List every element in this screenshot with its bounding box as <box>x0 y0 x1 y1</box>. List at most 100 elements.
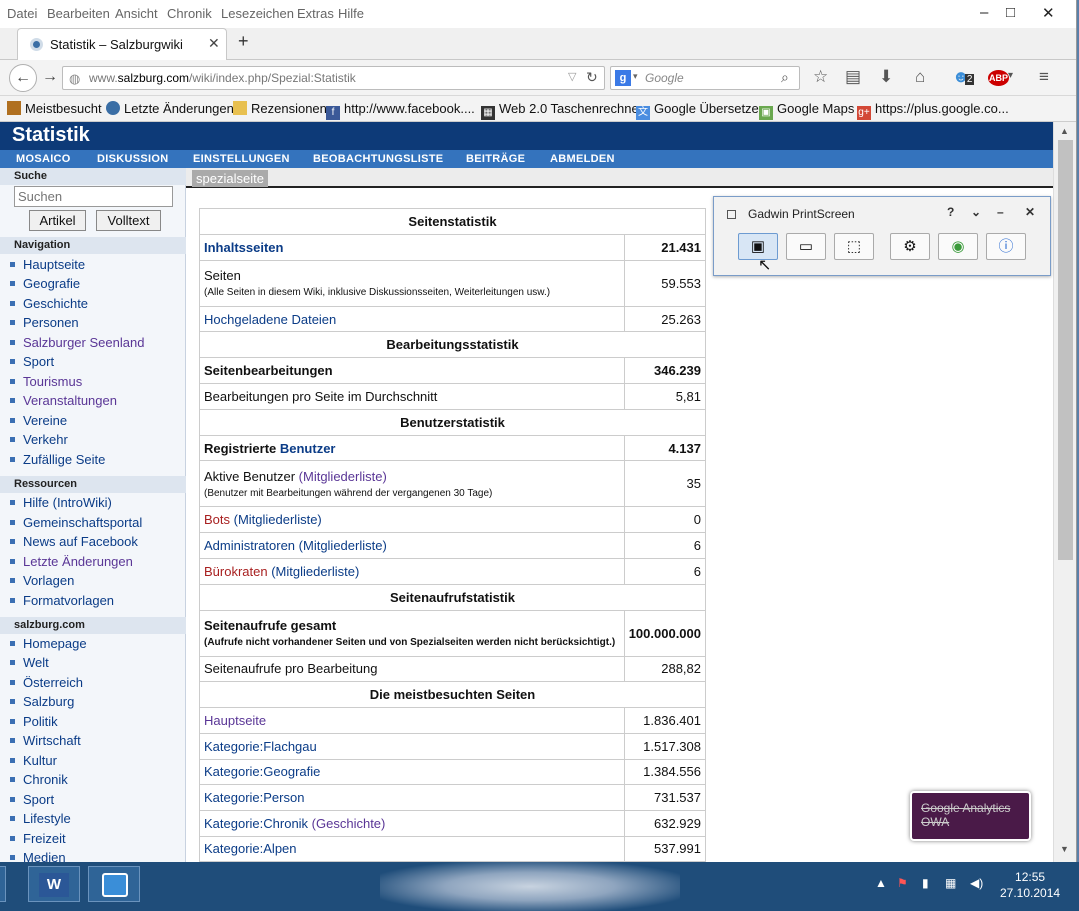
maximize-button[interactable]: □ <box>1006 4 1015 21</box>
gadwin-minimize-icon[interactable]: – <box>997 205 1004 219</box>
sidebar-item-news-facebook[interactable]: News auf Facebook <box>10 534 138 549</box>
menu-datei[interactable]: Datei <box>7 6 37 21</box>
taskbar-app-icon[interactable] <box>88 866 140 902</box>
search-bar[interactable]: g ▾ Google ⌕ <box>610 66 800 90</box>
download-icon[interactable]: ⬇ <box>879 67 893 87</box>
tab-close-icon[interactable]: ✕ <box>208 35 220 52</box>
google-analytics-popup[interactable]: Google Analytics OWA <box>910 791 1031 841</box>
sidebar-item-lifestyle[interactable]: Lifestyle <box>10 811 71 826</box>
sidebar-item-seenland[interactable]: Salzburger Seenland <box>10 335 144 350</box>
sidebar-item-oesterreich[interactable]: Österreich <box>10 675 83 690</box>
nav-einstellungen[interactable]: EINSTELLUNGEN <box>193 153 290 165</box>
bots-list-link[interactable]: (Mitgliederliste) <box>230 512 322 527</box>
top-page-link[interactable]: Kategorie:Alpen <box>204 841 297 856</box>
sidebar-item-welt[interactable]: Welt <box>10 655 49 670</box>
bookmark-star-icon[interactable]: ☆ <box>813 67 828 87</box>
sidebar-item-zufaellige-seite[interactable]: Zufällige Seite <box>10 452 105 467</box>
top-page-extra-link[interactable]: (Geschichte) <box>308 816 386 831</box>
search-icon[interactable]: ⌕ <box>781 69 789 86</box>
info-icon[interactable]: ⓘ <box>986 233 1026 260</box>
bureaucrats-list-link[interactable]: (Mitgliederliste) <box>268 564 359 579</box>
sidebar-item-politik[interactable]: Politik <box>10 714 58 729</box>
sidebar-item-veranstaltungen[interactable]: Veranstaltungen <box>10 393 117 408</box>
admins-list-link[interactable]: (Mitgliederliste) <box>295 538 387 553</box>
tray-volume-icon[interactable]: ◀) <box>970 876 983 890</box>
tray-network-icon[interactable]: ▦ <box>945 876 956 890</box>
adblock-dropdown-icon[interactable]: ▾ <box>1008 70 1013 81</box>
sidebar-item-kultur[interactable]: Kultur <box>10 753 57 768</box>
scroll-thumb[interactable] <box>1058 140 1073 560</box>
content-pages-label[interactable]: Inhaltsseiten <box>199 234 625 261</box>
taskbar-item-partial[interactable] <box>0 866 6 902</box>
tray-expand-icon[interactable]: ▲ <box>875 876 887 890</box>
page-scrollbar[interactable]: ▲ ▼ <box>1053 122 1076 862</box>
article-button[interactable]: Artikel <box>29 210 86 231</box>
bookmark-rezensionen[interactable]: Rezensionen <box>233 101 327 116</box>
bookmark-facebook[interactable]: f http://www.facebook.... <box>326 101 475 120</box>
tab-statistik[interactable]: Statistik – Salzburgwiki ✕ <box>17 28 227 61</box>
sidebar-item-sport-2[interactable]: Sport <box>10 792 54 807</box>
tray-battery-icon[interactable]: ▮ <box>922 876 929 890</box>
scroll-down-icon[interactable]: ▼ <box>1060 844 1069 854</box>
settings-gear-icon[interactable]: ⚙ <box>890 233 930 260</box>
sidebar-item-geografie[interactable]: Geografie <box>10 276 80 291</box>
sidebar-item-tourismus[interactable]: Tourismus <box>10 374 82 389</box>
sidebar-item-vorlagen[interactable]: Vorlagen <box>10 573 74 588</box>
menu-ansicht[interactable]: Ansicht <box>115 6 158 21</box>
sidebar-item-medien[interactable]: Medien <box>10 850 66 862</box>
sidebar-item-wirtschaft[interactable]: Wirtschaft <box>10 733 81 748</box>
sidebar-item-sport[interactable]: Sport <box>10 354 54 369</box>
top-page-link[interactable]: Kategorie:Person <box>204 790 304 805</box>
nav-beobachtungsliste[interactable]: BEOBACHTUNGSLISTE <box>313 153 443 165</box>
back-button[interactable]: ← <box>9 64 37 92</box>
bookmarks-list-icon[interactable]: ▤ <box>845 67 861 87</box>
search-input[interactable] <box>14 186 173 207</box>
new-tab-button[interactable]: + <box>238 31 249 52</box>
top-page-link[interactable]: Kategorie:Flachgau <box>204 739 317 754</box>
scroll-up-icon[interactable]: ▲ <box>1060 126 1069 136</box>
nav-mosaico[interactable]: MOSAICO <box>16 153 71 165</box>
nav-beitraege[interactable]: BEITRÄGE <box>466 153 525 165</box>
capture-region-icon[interactable]: ⬚ <box>834 233 874 260</box>
admins-link[interactable]: Administratoren <box>204 538 295 553</box>
sidebar-item-formatvorlagen[interactable]: Formatvorlagen <box>10 593 114 608</box>
url-bar[interactable]: ◍ www.salzburg.com/wiki/index.php/Spezia… <box>62 66 605 90</box>
bots-link[interactable]: Bots <box>204 512 230 527</box>
uploads-label[interactable]: Hochgeladene Dateien <box>199 305 625 333</box>
sidebar-item-homepage[interactable]: Homepage <box>10 636 87 651</box>
bookmark-google-maps[interactable]: ▣ Google Maps <box>759 101 854 120</box>
menu-chronik[interactable]: Chronik <box>167 6 212 21</box>
url-dropdown-icon[interactable]: ▽ <box>568 70 576 83</box>
top-page-link[interactable]: Kategorie:Geografie <box>204 764 320 779</box>
sidebar-item-freizeit[interactable]: Freizeit <box>10 831 66 846</box>
sidebar-item-salzburg[interactable]: Salzburg <box>10 694 74 709</box>
sidebar-item-hilfe[interactable]: Hilfe (IntroWiki) <box>10 495 112 510</box>
gadwin-dropdown-icon[interactable]: ⌄ <box>971 205 981 219</box>
capture-window-icon[interactable]: ▭ <box>786 233 826 260</box>
bookmark-google-plus[interactable]: g+ https://plus.google.co... <box>857 101 1009 120</box>
top-page-link[interactable]: Kategorie:Chronik <box>204 816 308 831</box>
menu-lesezeichen[interactable]: Lesezeichen <box>221 6 294 21</box>
taskbar-clock[interactable]: 12:55 27.10.2014 <box>1000 869 1060 901</box>
nav-diskussion[interactable]: DISKUSSION <box>97 153 168 165</box>
close-window-button[interactable]: ✕ <box>1042 4 1055 22</box>
bookmark-meistbesucht[interactable]: Meistbesucht <box>7 101 102 116</box>
gadwin-help-button[interactable]: ? <box>947 205 954 219</box>
forward-button[interactable]: → <box>42 68 58 86</box>
engine-dropdown-icon[interactable]: ▾ <box>633 71 638 82</box>
reload-icon[interactable]: ↻ <box>586 69 598 86</box>
sidebar-item-gemeinschaftsportal[interactable]: Gemeinschaftsportal <box>10 515 142 530</box>
sidebar-item-hauptseite[interactable]: Hauptseite <box>10 257 85 272</box>
adblock-icon[interactable]: ABP <box>988 70 1010 86</box>
users-link[interactable]: Benutzer <box>280 441 336 456</box>
gadwin-close-icon[interactable]: ✕ <box>1025 205 1035 219</box>
sidebar-item-vereine[interactable]: Vereine <box>10 413 67 428</box>
home-icon[interactable]: ⌂ <box>915 67 925 87</box>
bookmark-uebersetzer[interactable]: 文 Google Übersetzer <box>636 101 763 120</box>
top-page-link[interactable]: Hauptseite <box>204 713 266 728</box>
menu-extras[interactable]: Extras <box>297 6 334 21</box>
menu-bearbeiten[interactable]: Bearbeiten <box>47 6 110 21</box>
bureaucrats-link[interactable]: Bürokraten <box>204 564 268 579</box>
google-engine-icon[interactable]: g <box>615 70 631 86</box>
nav-abmelden[interactable]: ABMELDEN <box>550 153 615 165</box>
